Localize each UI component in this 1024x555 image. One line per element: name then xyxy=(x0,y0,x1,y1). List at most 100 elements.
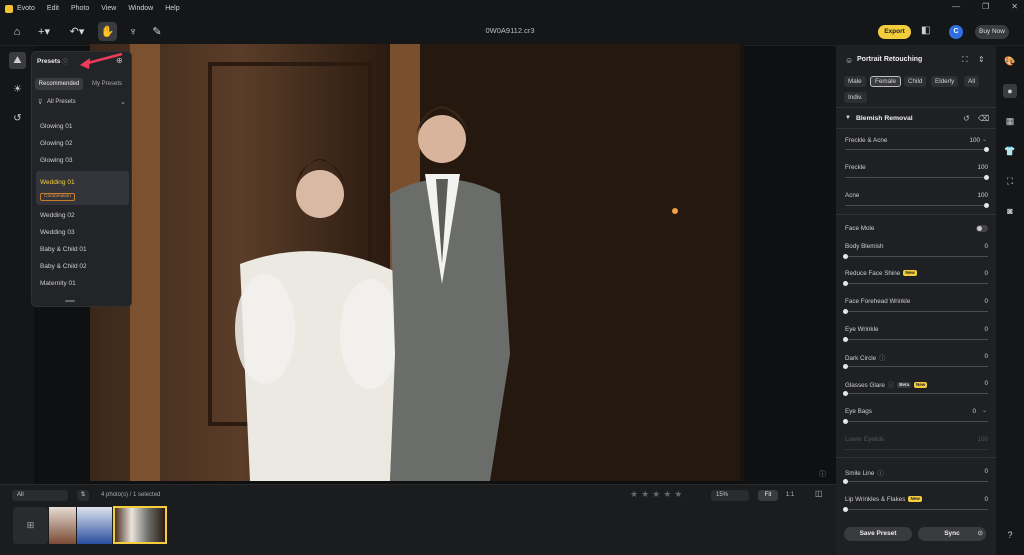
slider-track[interactable] xyxy=(845,205,988,206)
slider-knob[interactable] xyxy=(984,175,989,180)
chip-child[interactable]: Child xyxy=(904,76,927,87)
filter-icon[interactable]: ⊽ xyxy=(38,99,42,106)
panel-toggle-icon[interactable]: ◫ xyxy=(815,489,823,498)
compare-icon[interactable]: ◧ xyxy=(921,25,930,36)
info-icon[interactable]: ⓘ xyxy=(877,470,883,477)
zoom-select[interactable]: 15% xyxy=(711,490,749,501)
presets-filter[interactable]: All Presets xyxy=(47,99,76,105)
chevron-down-icon[interactable]: ⌄ xyxy=(120,98,126,106)
info-icon[interactable]: ⓘ xyxy=(879,355,885,362)
brush-tool-icon[interactable]: ♆ xyxy=(124,22,142,41)
preset-item[interactable]: Wedding 02 xyxy=(40,212,75,219)
home-icon[interactable]: ⌂ xyxy=(8,22,26,41)
crop-icon[interactable]: ⛶ xyxy=(1003,174,1017,188)
history-icon[interactable]: ↺ xyxy=(9,110,26,127)
grid-icon[interactable]: ▦ xyxy=(1003,114,1017,128)
preset-item[interactable]: Maternity 01 xyxy=(40,280,76,287)
hand-tool-icon[interactable]: ✋ xyxy=(98,22,117,41)
slider-track[interactable] xyxy=(845,366,988,367)
slider-knob[interactable] xyxy=(843,391,848,396)
slider-track[interactable] xyxy=(845,311,988,312)
slider-knob[interactable] xyxy=(843,309,848,314)
slider-knob[interactable] xyxy=(843,479,848,484)
slider-knob[interactable] xyxy=(843,337,848,342)
info-icon[interactable]: ⓘ xyxy=(888,382,894,389)
chevron-down-icon[interactable]: ⌄ xyxy=(982,407,987,414)
sync-settings-icon[interactable]: ⊙ xyxy=(978,527,983,541)
adjust-icon[interactable]: ☀ xyxy=(9,81,26,98)
slider-track[interactable] xyxy=(845,256,988,257)
sync-button[interactable]: Sync ⊙ xyxy=(918,527,986,541)
slider-knob[interactable] xyxy=(843,281,848,286)
chip-all[interactable]: All xyxy=(964,76,979,87)
slider-track[interactable] xyxy=(845,149,988,150)
filmstrip-filter[interactable]: All xyxy=(12,490,68,501)
close-icon[interactable]: ✕ xyxy=(1011,2,1018,11)
thumbnail[interactable] xyxy=(77,507,112,544)
slider-track[interactable] xyxy=(845,339,988,340)
menu-help[interactable]: Help xyxy=(165,5,179,12)
face-mole-toggle[interactable] xyxy=(976,225,988,232)
slider-knob[interactable] xyxy=(984,203,989,208)
preset-item[interactable]: Glowing 02 xyxy=(40,140,73,147)
slider-knob[interactable] xyxy=(843,419,848,424)
slider-track[interactable] xyxy=(845,177,988,178)
minimize-icon[interactable]: — xyxy=(952,2,960,11)
camera-icon[interactable]: ◙ xyxy=(1003,204,1017,218)
slider-track[interactable] xyxy=(845,509,988,510)
chip-male[interactable]: Male xyxy=(844,76,866,87)
preset-item[interactable]: Glowing 01 xyxy=(40,123,73,130)
add-photo-icon[interactable]: ⊞ xyxy=(13,507,48,544)
slider-knob[interactable] xyxy=(984,147,989,152)
resize-handle[interactable] xyxy=(65,300,75,302)
preset-item[interactable]: Baby & Child 01 xyxy=(40,246,87,253)
thumbnail[interactable] xyxy=(49,507,76,544)
help-icon[interactable]: ? xyxy=(1003,528,1017,542)
export-button[interactable]: Export xyxy=(878,25,911,39)
face-retouch-icon[interactable]: ● xyxy=(1003,84,1017,98)
preset-item[interactable]: Glowing 03 xyxy=(40,157,73,164)
slider-track[interactable] xyxy=(845,421,988,422)
reorder-icon[interactable]: ⇕ xyxy=(978,55,985,64)
menu-window[interactable]: Window xyxy=(128,5,153,12)
maximize-icon[interactable]: ❐ xyxy=(982,2,989,11)
buy-now-button[interactable]: Buy Now xyxy=(975,25,1009,39)
tab-my-presets[interactable]: My Presets xyxy=(84,78,130,90)
eraser-tool-icon[interactable]: ✎ xyxy=(148,22,166,41)
collapse-icon[interactable]: ▼ xyxy=(845,115,851,121)
menu-edit[interactable]: Edit xyxy=(47,5,59,12)
reset-icon[interactable]: ↺ xyxy=(963,114,970,123)
slider-knob[interactable] xyxy=(843,507,848,512)
one-to-one-button[interactable]: 1:1 xyxy=(780,490,800,501)
presets-icon[interactable]: ⛰ xyxy=(9,52,26,69)
chip-individual[interactable]: Indiv. xyxy=(844,92,867,103)
chevron-down-icon[interactable]: ⌄ xyxy=(982,136,987,143)
info-icon[interactable]: ⓘ xyxy=(62,57,68,66)
menu-photo[interactable]: Photo xyxy=(71,5,89,12)
slider-track[interactable] xyxy=(845,481,988,482)
sort-icon[interactable]: ⇅ xyxy=(77,490,89,501)
avatar[interactable]: C xyxy=(949,25,963,39)
palette-icon[interactable]: 🎨 xyxy=(1003,54,1017,68)
undo-icon[interactable]: ↶▾ xyxy=(66,22,88,41)
slider-track[interactable] xyxy=(845,283,988,284)
slider-track[interactable] xyxy=(845,393,988,394)
slider-knob[interactable] xyxy=(843,254,848,259)
add-icon[interactable]: +▾ xyxy=(33,22,55,41)
thumbnail-selected[interactable] xyxy=(113,506,167,544)
rating-stars[interactable]: ★★★★★ xyxy=(630,489,685,500)
save-preset-button[interactable]: Save Preset xyxy=(844,527,912,541)
tab-recommended[interactable]: Recommended xyxy=(35,78,83,90)
wedding-photo[interactable] xyxy=(90,44,744,481)
fit-button[interactable]: Fit xyxy=(758,490,778,501)
preset-item[interactable]: Baby & Child 02 xyxy=(40,263,87,270)
menu-view[interactable]: View xyxy=(101,5,116,12)
canvas-info-icon[interactable]: ⓘ xyxy=(819,469,826,479)
chip-female[interactable]: Female xyxy=(870,76,901,87)
chip-elderly[interactable]: Elderly xyxy=(931,76,959,87)
preset-item[interactable]: Wedding 03 xyxy=(40,229,75,236)
slider-knob[interactable] xyxy=(843,364,848,369)
erase-icon[interactable]: ⌫ xyxy=(978,114,989,123)
expand-icon[interactable]: ⛶ xyxy=(962,55,968,65)
clothing-icon[interactable]: 👕 xyxy=(1003,144,1017,158)
